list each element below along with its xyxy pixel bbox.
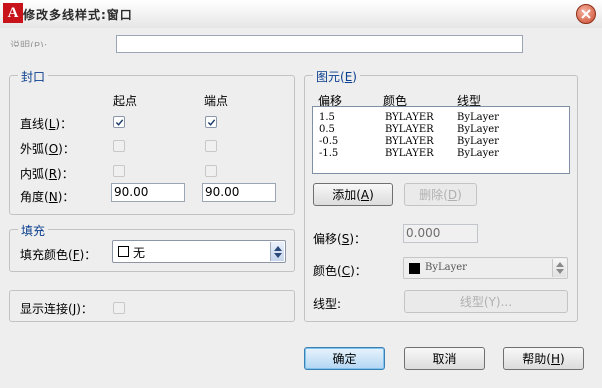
list-item[interactable]: -0.5 BYLAYER ByLayer <box>319 136 559 148</box>
check-icon <box>207 119 216 126</box>
updown-arrow-icon <box>552 259 566 277</box>
autocad-app-icon: A <box>3 3 23 23</box>
caps-angle-end-input[interactable]: 90.00 <box>202 183 276 202</box>
fill-color-dropdown[interactable]: 无 <box>112 240 286 263</box>
multiline-style-dialog: A 修改多线样式:窗口 说明(P): 封口 起点 端点 直线(L)： 外弧(O)… <box>0 0 602 388</box>
list-item[interactable]: -1.5 BYLAYER ByLayer <box>319 148 559 160</box>
element-color: BYLAYER <box>385 112 434 123</box>
caps-outer-arc-start-checkbox[interactable] <box>113 140 125 152</box>
caps-angle-start-input[interactable]: 90.00 <box>111 183 185 202</box>
caps-legend: 封口 <box>18 68 49 85</box>
caps-angle-label: 角度(N)： <box>20 190 75 204</box>
element-color-dropdown[interactable]: ByLayer <box>403 257 568 279</box>
fill-color-value: 无 <box>133 246 146 260</box>
cancel-button[interactable]: 取消 <box>404 347 485 370</box>
element-offset-label: 偏移(S)： <box>313 232 367 246</box>
add-element-button[interactable]: 添加(A) <box>313 183 393 206</box>
fill-legend: 填充 <box>18 222 49 239</box>
list-item[interactable]: 0.5 BYLAYER ByLayer <box>319 124 559 136</box>
caps-start-header: 起点 <box>113 94 138 108</box>
caps-inner-arc-start-checkbox[interactable] <box>113 165 125 177</box>
fill-color-swatch <box>118 246 129 257</box>
caps-inner-arc-label: 内弧(R)： <box>20 167 74 181</box>
element-color: BYLAYER <box>385 124 434 135</box>
window-title: 修改多线样式:窗口 <box>23 8 133 22</box>
caps-line-label: 直线(L)： <box>20 117 73 131</box>
element-color: BYLAYER <box>385 136 434 147</box>
caps-outer-arc-end-checkbox[interactable] <box>205 140 217 152</box>
elements-legend: 图元(E) <box>313 68 360 85</box>
fill-color-label: 填充颜色(F)： <box>20 248 97 262</box>
caps-end-header: 端点 <box>204 94 229 108</box>
element-linetype: ByLayer <box>457 124 499 135</box>
element-offset: -0.5 <box>319 136 339 147</box>
updown-arrow-icon <box>270 242 284 261</box>
element-offset: 1.5 <box>319 112 335 123</box>
caps-inner-arc-end-checkbox[interactable] <box>205 165 217 177</box>
element-linetype-label: 线型: <box>313 297 342 311</box>
element-linetype: ByLayer <box>457 136 499 147</box>
help-button[interactable]: 帮助(H) <box>503 347 584 370</box>
check-icon <box>115 119 124 126</box>
element-color-label: 颜色(C)： <box>313 264 367 278</box>
element-offset: 0.5 <box>319 124 335 135</box>
list-item[interactable]: 1.5 BYLAYER ByLayer <box>319 112 559 124</box>
linetype-button[interactable]: 线型(Y)... <box>404 290 568 313</box>
caps-line-end-checkbox[interactable] <box>205 116 217 128</box>
element-color-swatch <box>409 263 420 274</box>
element-offset: -1.5 <box>319 148 339 159</box>
element-color-value: ByLayer <box>425 262 467 273</box>
element-linetype: ByLayer <box>457 148 499 159</box>
element-linetype: ByLayer <box>457 112 499 123</box>
elements-list[interactable]: 1.5 BYLAYER ByLayer 0.5 BYLAYER ByLayer … <box>312 106 570 174</box>
element-color: BYLAYER <box>385 148 434 159</box>
caps-outer-arc-label: 外弧(O)： <box>20 142 75 156</box>
ok-button[interactable]: 确定 <box>304 347 385 370</box>
title-bar: A 修改多线样式:窗口 <box>0 0 602 28</box>
delete-element-button[interactable]: 删除(D) <box>404 183 477 206</box>
close-button[interactable] <box>576 4 596 24</box>
show-joints-label: 显示连接(J)： <box>20 302 93 316</box>
show-joints-checkbox[interactable] <box>113 302 125 314</box>
caps-line-start-checkbox[interactable] <box>113 116 125 128</box>
element-offset-input[interactable]: 0.000 <box>403 224 478 243</box>
description-input[interactable] <box>116 35 523 53</box>
close-icon <box>581 9 591 19</box>
